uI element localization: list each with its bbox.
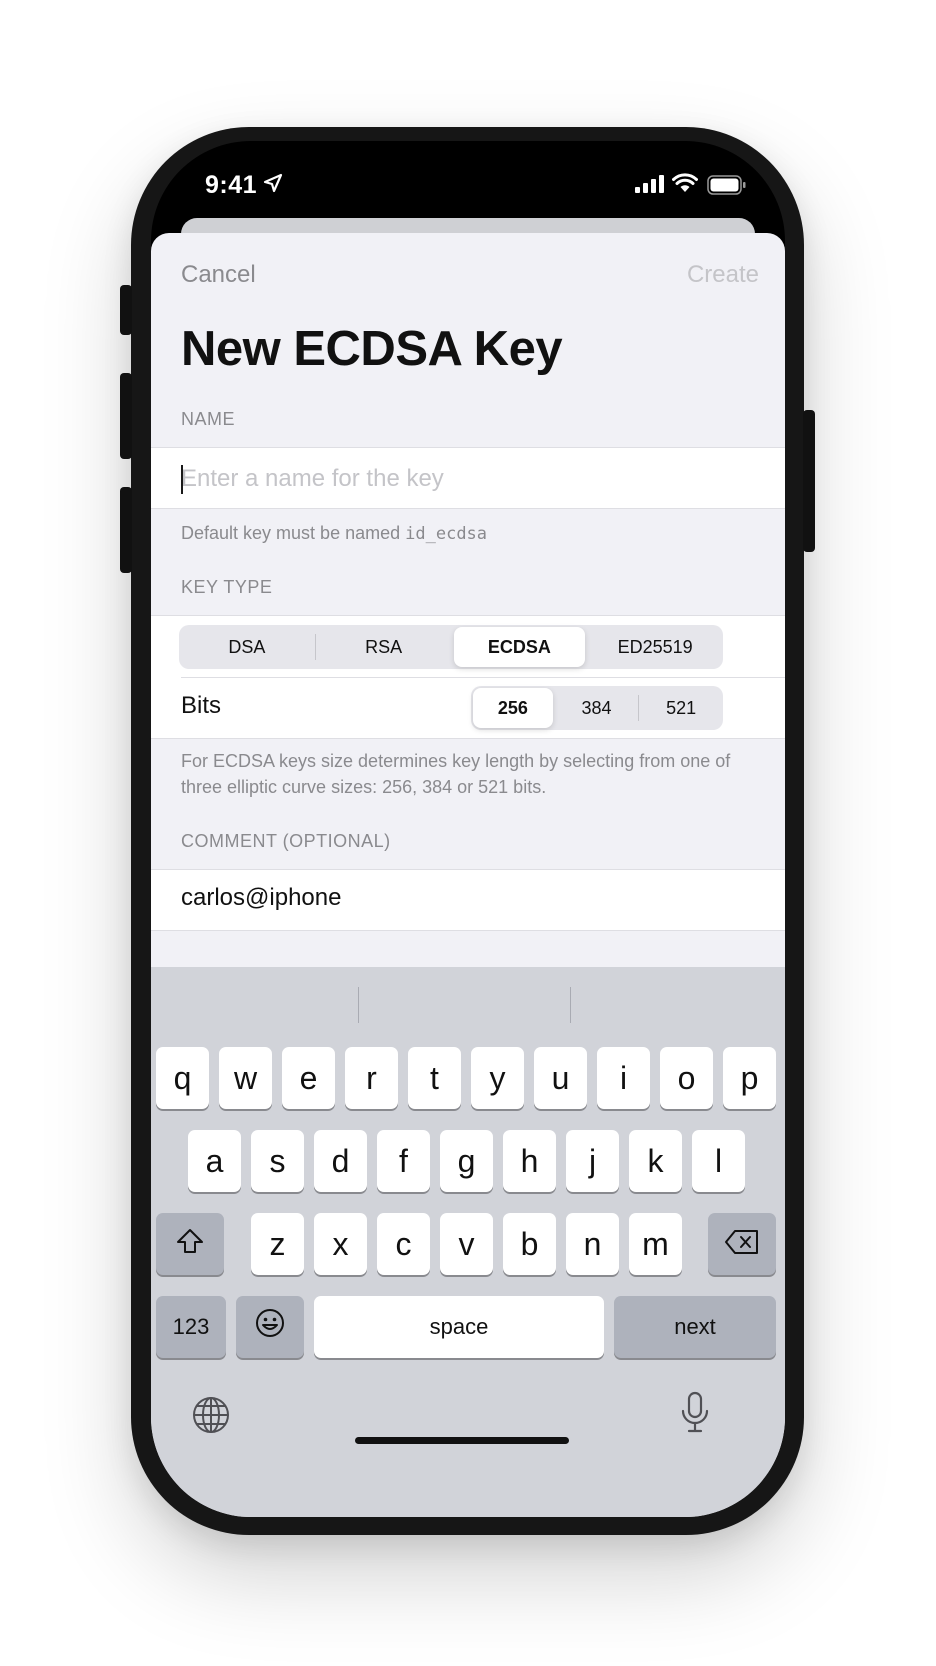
key-b[interactable]: b bbox=[503, 1213, 556, 1275]
key-u[interactable]: u bbox=[534, 1047, 587, 1109]
key-a[interactable]: a bbox=[188, 1130, 241, 1192]
comment-input[interactable]: carlos@iphone bbox=[181, 884, 341, 912]
key-c[interactable]: c bbox=[377, 1213, 430, 1275]
key-g[interactable]: g bbox=[440, 1130, 493, 1192]
key-p[interactable]: p bbox=[723, 1047, 776, 1109]
page-title: New ECDSA Key bbox=[181, 322, 563, 376]
segment-dsa[interactable]: DSA bbox=[181, 627, 313, 667]
name-footer-text: Default key must be named bbox=[181, 523, 401, 543]
key-type-segmented-control[interactable]: DSA RSA ECDSA ED25519 bbox=[179, 625, 723, 669]
key-o[interactable]: o bbox=[660, 1047, 713, 1109]
shift-key[interactable] bbox=[156, 1213, 224, 1275]
key-d[interactable]: d bbox=[314, 1130, 367, 1192]
comment-row[interactable]: carlos@iphone bbox=[151, 869, 785, 931]
segment-divider bbox=[638, 695, 640, 721]
key-x[interactable]: x bbox=[314, 1213, 367, 1275]
status-bar: 9:41 bbox=[151, 141, 785, 221]
key-f[interactable]: f bbox=[377, 1130, 430, 1192]
suggestion-divider bbox=[570, 987, 571, 1023]
segment-384[interactable]: 384 bbox=[557, 688, 637, 728]
row-separator bbox=[181, 677, 785, 678]
phone-side-button-power bbox=[803, 410, 815, 552]
location-arrow-icon bbox=[263, 173, 283, 198]
key-type-footer: For ECDSA keys size determines key lengt… bbox=[181, 751, 731, 797]
key-w[interactable]: w bbox=[219, 1047, 272, 1109]
key-z[interactable]: z bbox=[251, 1213, 304, 1275]
bits-segmented-control[interactable]: 256 384 521 bbox=[471, 686, 723, 730]
key-h[interactable]: h bbox=[503, 1130, 556, 1192]
segment-divider bbox=[314, 634, 316, 660]
key-q[interactable]: q bbox=[156, 1047, 209, 1109]
globe-icon[interactable] bbox=[191, 1395, 231, 1440]
cancel-button[interactable]: Cancel bbox=[181, 261, 256, 289]
key-type-rows: DSA RSA ECDSA ED25519 Bits 256 384 521 bbox=[151, 615, 785, 739]
segment-ed25519[interactable]: ED25519 bbox=[589, 627, 721, 667]
key-s[interactable]: s bbox=[251, 1130, 304, 1192]
key-e[interactable]: e bbox=[282, 1047, 335, 1109]
segment-rsa[interactable]: RSA bbox=[318, 627, 450, 667]
wifi-icon bbox=[672, 173, 698, 198]
key-k[interactable]: k bbox=[629, 1130, 682, 1192]
delete-key[interactable] bbox=[708, 1213, 776, 1275]
phone-screen: 9:41 Cancel Create New ECDSA Key NAME En… bbox=[151, 141, 785, 1517]
name-footer-code: id_ecdsa bbox=[405, 524, 488, 544]
key-y[interactable]: y bbox=[471, 1047, 524, 1109]
segment-ecdsa[interactable]: ECDSA bbox=[453, 627, 586, 667]
name-row bbox=[151, 447, 785, 510]
phone-side-button-mute bbox=[120, 285, 132, 335]
key-t[interactable]: t bbox=[408, 1047, 461, 1109]
key-type-section-header: KEY TYPE bbox=[181, 577, 273, 597]
key-name-input[interactable] bbox=[181, 448, 755, 510]
key-m[interactable]: m bbox=[629, 1213, 682, 1275]
home-indicator bbox=[355, 1437, 569, 1444]
suggestion-divider bbox=[358, 987, 359, 1023]
delete-icon bbox=[724, 1226, 760, 1263]
segment-521[interactable]: 521 bbox=[641, 688, 721, 728]
key-i[interactable]: i bbox=[597, 1047, 650, 1109]
text-caret bbox=[181, 465, 183, 494]
key-l[interactable]: l bbox=[692, 1130, 745, 1192]
key-r[interactable]: r bbox=[345, 1047, 398, 1109]
comment-section-header: COMMENT (OPTIONAL) bbox=[181, 831, 391, 851]
segment-256[interactable]: 256 bbox=[473, 688, 553, 728]
numbers-key[interactable]: 123 bbox=[156, 1296, 226, 1358]
create-button[interactable]: Create bbox=[687, 261, 759, 289]
emoji-key[interactable] bbox=[236, 1296, 304, 1358]
mic-icon[interactable] bbox=[679, 1391, 711, 1440]
key-j[interactable]: j bbox=[566, 1130, 619, 1192]
new-key-sheet: Cancel Create New ECDSA Key NAME Default… bbox=[151, 233, 785, 1517]
emoji-icon bbox=[254, 1307, 286, 1347]
cellular-signal-icon bbox=[635, 175, 665, 198]
name-footer: Default key must be named id_ecdsa bbox=[181, 520, 487, 547]
next-key[interactable]: next bbox=[614, 1296, 776, 1358]
key-n[interactable]: n bbox=[566, 1213, 619, 1275]
battery-icon bbox=[707, 175, 747, 200]
space-key[interactable]: space bbox=[314, 1296, 604, 1358]
key-v[interactable]: v bbox=[440, 1213, 493, 1275]
phone-side-button-volume-up bbox=[120, 373, 132, 459]
shift-icon bbox=[175, 1226, 205, 1263]
phone-side-button-volume-down bbox=[120, 487, 132, 573]
status-time: 9:41 bbox=[205, 171, 258, 199]
name-section-header: NAME bbox=[181, 409, 236, 429]
keyboard: q w e r t y u i o p a s d f g h j k l z bbox=[151, 967, 785, 1517]
bits-label: Bits bbox=[181, 692, 222, 719]
